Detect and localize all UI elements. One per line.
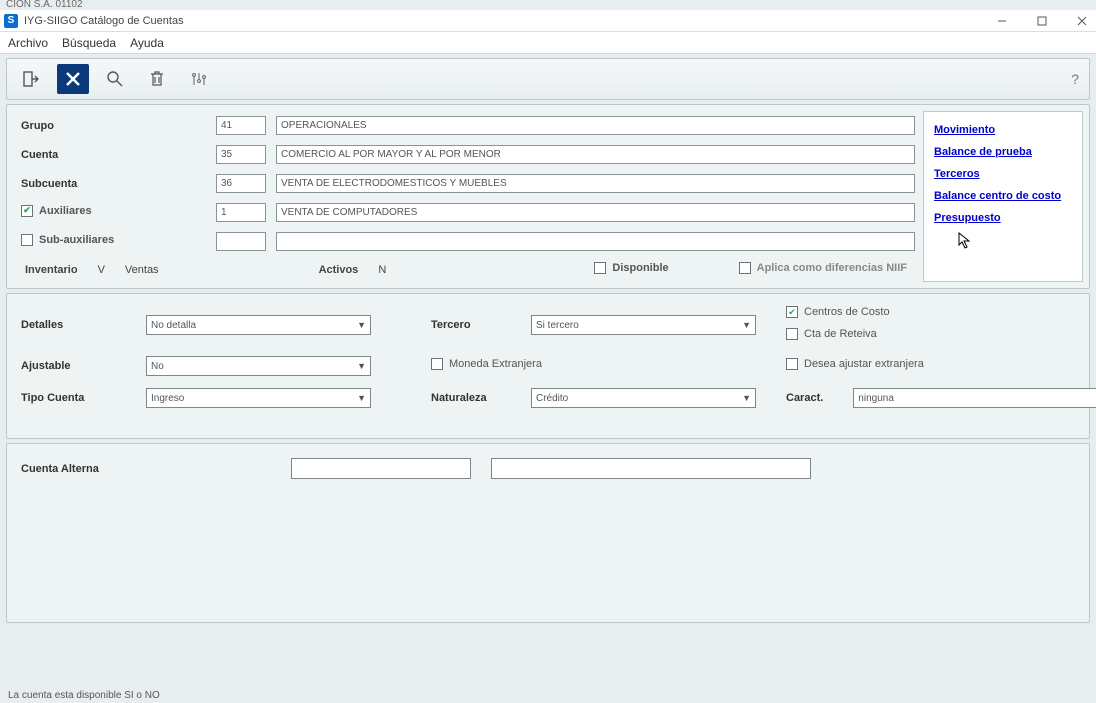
label-disponible: Disponible (612, 262, 668, 274)
menu-busqueda[interactable]: Búsqueda (62, 36, 116, 50)
code-grupo[interactable]: 41 (216, 116, 266, 135)
label-moneda-extranjera: Moneda Extranjera (449, 358, 542, 370)
checkbox-moneda-extranjera[interactable]: Moneda Extranjera (431, 358, 756, 370)
link-balance-centro[interactable]: Balance centro de costo (934, 190, 1072, 202)
details-panel: Detalles No detalla▼ Tercero Si tercero▼… (6, 293, 1090, 439)
desc-aux[interactable]: VENTA DE COMPUTADORES (276, 203, 915, 222)
checkbox-auxiliares[interactable]: ✔Auxiliares (21, 205, 216, 217)
select-caract[interactable]: ninguna▼ (853, 388, 1096, 408)
link-terceros[interactable]: Terceros (934, 168, 1072, 180)
label-inventario: Inventario (25, 264, 78, 276)
search-button[interactable] (99, 64, 131, 94)
input-cuenta-alterna-code[interactable] (291, 458, 471, 479)
settings-button[interactable] (183, 64, 215, 94)
titlebar: S IYG-SIIGO Catálogo de Cuentas (0, 10, 1096, 32)
checkbox-subauxiliares[interactable]: Sub-auxiliares (21, 234, 216, 246)
label-tercero: Tercero (431, 319, 531, 331)
menu-ayuda[interactable]: Ayuda (130, 36, 164, 50)
help-button[interactable]: ? (1071, 71, 1079, 87)
select-tercero[interactable]: Si tercero▼ (531, 315, 756, 335)
link-presupuesto[interactable]: Presupuesto (934, 212, 1072, 224)
label-grupo: Grupo (21, 120, 216, 132)
app-icon: S (4, 14, 18, 28)
desc-subaux[interactable] (276, 232, 915, 251)
value-activos: N (378, 264, 386, 276)
pre-title: CION S.A. 01102 (0, 0, 1096, 10)
checkbox-centros-costo[interactable]: ✔Centros de Costo (786, 306, 1096, 318)
code-cuenta[interactable]: 35 (216, 145, 266, 164)
label-centros-costo: Centros de Costo (804, 306, 890, 318)
label-aplica-niif: Aplica como diferencias NIIF (757, 262, 907, 274)
desc-cuenta[interactable]: COMERCIO AL POR MAYOR Y AL POR MENOR (276, 145, 915, 164)
status-bar: La cuenta esta disponible SI o NO (8, 690, 160, 701)
label-subcuenta: Subcuenta (21, 178, 216, 190)
label-tipo-cuenta: Tipo Cuenta (21, 392, 146, 404)
menu-archivo[interactable]: Archivo (8, 36, 48, 50)
window-title: IYG-SIIGO Catálogo de Cuentas (24, 15, 184, 27)
label-auxiliares: Auxiliares (39, 205, 92, 217)
label-cuenta: Cuenta (21, 149, 216, 161)
delete-button[interactable] (141, 64, 173, 94)
toolbar: ? (6, 58, 1090, 100)
link-movimiento[interactable]: Movimiento (934, 124, 1072, 136)
alt-panel: Cuenta Alterna (6, 443, 1090, 623)
maximize-button[interactable] (1032, 12, 1052, 30)
label-desea-ajustar: Desea ajustar extranjera (804, 358, 924, 370)
link-balance-prueba[interactable]: Balance de prueba (934, 146, 1072, 158)
select-tipo-cuenta[interactable]: Ingreso▼ (146, 388, 371, 408)
checkbox-aplica-niif[interactable]: Aplica como diferencias NIIF (739, 262, 907, 274)
exit-button[interactable] (15, 64, 47, 94)
code-subcuenta[interactable]: 36 (216, 174, 266, 193)
checkbox-cta-reteiva[interactable]: Cta de Reteiva (786, 328, 1096, 340)
label-subauxiliares: Sub-auxiliares (39, 234, 114, 246)
label-caract: Caract. (786, 392, 823, 404)
close-button[interactable] (1072, 12, 1092, 30)
desc-subcuenta[interactable]: VENTA DE ELECTRODOMESTICOS Y MUEBLES (276, 174, 915, 193)
minimize-button[interactable] (992, 12, 1012, 30)
checkbox-desea-ajustar[interactable]: Desea ajustar extranjera (786, 358, 1096, 370)
side-links-panel: Movimiento Balance de prueba Terceros Ba… (923, 111, 1083, 282)
value-inventario: V (98, 264, 105, 276)
desc-grupo[interactable]: OPERACIONALES (276, 116, 915, 135)
code-subaux[interactable] (216, 232, 266, 251)
label-cuenta-alterna: Cuenta Alterna (21, 463, 271, 475)
account-panel: Grupo 41 OPERACIONALES Cuenta 35 COMERCI… (6, 104, 1090, 289)
select-ajustable[interactable]: No▼ (146, 356, 371, 376)
clear-button[interactable] (57, 64, 89, 94)
code-aux[interactable]: 1 (216, 203, 266, 222)
label-ventas: Ventas (125, 264, 159, 276)
label-detalles: Detalles (21, 319, 146, 331)
label-ajustable: Ajustable (21, 360, 146, 372)
input-cuenta-alterna-desc[interactable] (491, 458, 811, 479)
select-detalles[interactable]: No detalla▼ (146, 315, 371, 335)
checkbox-disponible[interactable]: Disponible (594, 262, 668, 274)
label-cta-reteiva: Cta de Reteiva (804, 328, 877, 340)
label-activos: Activos (319, 264, 359, 276)
select-naturaleza[interactable]: Crédito▼ (531, 388, 756, 408)
menubar: Archivo Búsqueda Ayuda (0, 32, 1096, 54)
label-naturaleza: Naturaleza (431, 392, 531, 404)
